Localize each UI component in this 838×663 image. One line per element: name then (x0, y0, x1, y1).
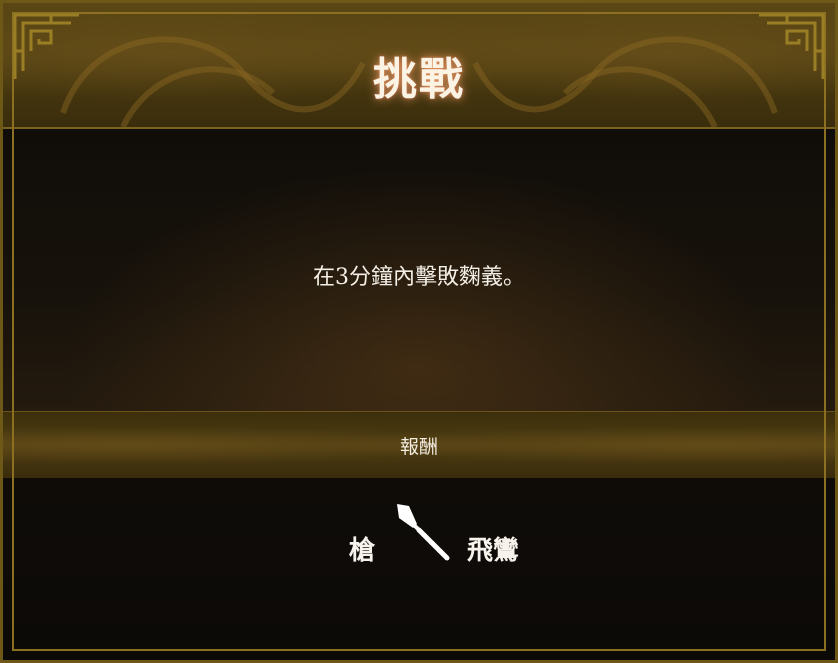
rewards-header: 報酬 (3, 411, 835, 479)
reward-weapon-type: 槍 (349, 536, 376, 566)
spear-icon (397, 504, 450, 561)
corner-ornament-top-right (759, 13, 825, 79)
challenge-text: 在3分鐘內擊敗麴義。 (313, 265, 525, 290)
dialog-header: 挑戰 (3, 3, 835, 129)
challenge-description-panel: 在3分鐘內擊敗麴義。 (3, 129, 835, 411)
dialog-title: 挑戰 (373, 54, 465, 105)
reward-item: 槍 飛鸞 (3, 490, 835, 570)
corner-ornament-top-left (13, 13, 79, 79)
reward-panel: 槍 飛鸞 (3, 478, 835, 660)
challenge-dialog: 挑戰 在3分鐘內擊敗麴義。 報酬 槍 飛鸞 (0, 0, 838, 663)
reward-weapon-name: 飛鸞 (467, 536, 520, 566)
rewards-label: 報酬 (399, 436, 438, 458)
